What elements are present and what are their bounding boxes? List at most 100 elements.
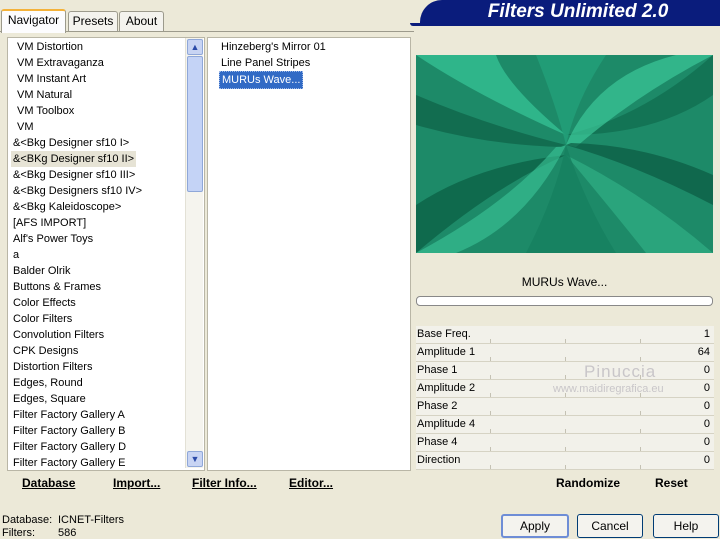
parameter-value: 0 xyxy=(703,418,710,430)
import-link[interactable]: Import... xyxy=(113,476,160,490)
slider-tick xyxy=(565,429,566,433)
category-item[interactable]: &<Bkg Designer sf10 III> xyxy=(11,167,137,183)
category-item[interactable]: VM Extravaganza xyxy=(15,55,106,71)
parameter-name: Phase 4 xyxy=(417,436,458,448)
slider-tick xyxy=(565,447,566,451)
category-item[interactable]: Filter Factory Gallery A xyxy=(11,407,127,423)
category-scrollbar[interactable]: ▲ ▼ xyxy=(185,38,203,468)
filter-info-link[interactable]: Filter Info... xyxy=(192,476,257,490)
slider-track xyxy=(416,469,714,470)
tab-navigator[interactable]: Navigator xyxy=(1,9,66,33)
category-item[interactable]: &<Bkg Designer sf10 I> xyxy=(11,135,131,151)
parameter-slider[interactable]: Phase 4 0 xyxy=(416,434,714,452)
filter-item[interactable]: Hinzeberg's Mirror 01 xyxy=(219,39,328,55)
slider-tick xyxy=(640,465,641,469)
preview-filter-name: MURUs Wave... xyxy=(521,275,608,289)
category-item[interactable]: &<Bkg Designers sf10 IV> xyxy=(11,183,144,199)
parameter-value: 64 xyxy=(697,346,710,358)
scroll-down-icon[interactable]: ▼ xyxy=(187,451,203,467)
category-item[interactable]: a xyxy=(11,247,21,263)
category-item[interactable]: Color Effects xyxy=(11,295,78,311)
category-list[interactable]: VM Distortion VM Extravaganza VM Instant A… xyxy=(7,37,205,471)
category-item[interactable]: VM Natural xyxy=(15,87,74,103)
category-item[interactable]: Distortion Filters xyxy=(11,359,94,375)
randomize-button[interactable]: Randomize xyxy=(556,476,620,490)
watermark-name: Pinuccia xyxy=(584,362,657,381)
parameter-name: Amplitude 1 xyxy=(417,346,476,358)
category-item[interactable]: &<Bkg Kaleidoscope> xyxy=(11,199,123,215)
filter-item[interactable]: MURUs Wave... xyxy=(219,71,304,89)
parameter-name: Phase 1 xyxy=(417,364,458,376)
slider-tick xyxy=(490,447,491,451)
filters-count-value: 586 xyxy=(58,527,77,539)
slider-tick xyxy=(565,465,566,469)
slider-tick xyxy=(490,393,491,397)
parameter-name: Amplitude 2 xyxy=(417,382,476,394)
banner-title: Filters Unlimited 2.0 xyxy=(487,1,669,22)
database-link[interactable]: Database xyxy=(22,476,75,490)
slider-tick xyxy=(490,411,491,415)
category-item[interactable]: Filter Factory Gallery E xyxy=(11,455,127,471)
category-item[interactable]: &<BKg Designer sf10 II> xyxy=(11,151,137,167)
category-item[interactable]: CPK Designs xyxy=(11,343,80,359)
preview-image xyxy=(416,55,713,253)
filter-item[interactable]: Line Panel Stripes xyxy=(219,55,312,71)
parameter-name: Direction xyxy=(417,454,461,466)
database-label: Database: xyxy=(2,514,53,526)
scroll-thumb[interactable] xyxy=(187,56,203,192)
database-value: ICNET-Filters xyxy=(58,514,124,526)
apply-button[interactable]: Apply xyxy=(501,514,569,538)
slider-tick xyxy=(490,339,491,343)
scroll-up-icon[interactable]: ▲ xyxy=(187,39,203,55)
filter-list[interactable]: Hinzeberg's Mirror 01 Line Panel Stripes M… xyxy=(207,37,411,471)
parameter-value: 0 xyxy=(703,382,710,394)
category-item[interactable]: Filter Factory Gallery D xyxy=(11,439,128,455)
category-item[interactable]: VM Toolbox xyxy=(15,103,76,119)
category-item[interactable]: Edges, Round xyxy=(11,375,85,391)
help-button[interactable]: Help xyxy=(653,514,719,538)
parameter-name: Phase 2 xyxy=(417,400,458,412)
category-item[interactable]: Buttons & Frames xyxy=(11,279,103,295)
slider-tick xyxy=(640,357,641,361)
slider-tick xyxy=(565,357,566,361)
slider-tick xyxy=(490,429,491,433)
parameter-slider[interactable]: Base Freq. 1 xyxy=(416,326,714,344)
category-item[interactable]: VM Distortion xyxy=(15,39,85,55)
cancel-button[interactable]: Cancel xyxy=(577,514,643,538)
parameter-slider[interactable]: Phase 2 0 xyxy=(416,398,714,416)
category-item[interactable]: [AFS IMPORT] xyxy=(11,215,88,231)
tab-presets[interactable]: Presets xyxy=(68,11,118,31)
category-item[interactable]: Edges, Square xyxy=(11,391,88,407)
parameter-slider[interactable]: Amplitude 4 0 xyxy=(416,416,714,434)
slider-tick xyxy=(640,411,641,415)
slider-tick xyxy=(490,465,491,469)
slider-tick xyxy=(565,339,566,343)
watermark-url: www.maidiregrafica.eu xyxy=(553,383,664,395)
category-item[interactable]: VM Instant Art xyxy=(15,71,88,87)
parameter-slider[interactable]: Amplitude 1 64 xyxy=(416,344,714,362)
parameter-value: 0 xyxy=(703,364,710,376)
parameter-slider[interactable]: Direction 0 xyxy=(416,452,714,470)
slider-tick xyxy=(490,375,491,379)
slider-tick xyxy=(640,339,641,343)
category-item[interactable]: Color Filters xyxy=(11,311,74,327)
category-item[interactable]: Alf's Power Toys xyxy=(11,231,95,247)
slider-tick xyxy=(490,357,491,361)
filters-count-label: Filters: xyxy=(2,527,35,539)
parameter-value: 1 xyxy=(703,328,710,340)
category-item[interactable]: VM xyxy=(15,119,36,135)
tab-about[interactable]: About xyxy=(119,11,164,31)
banner-underline xyxy=(410,23,720,26)
preview-pattern xyxy=(416,55,713,253)
parameter-slider[interactable]: Phase 1 0 xyxy=(416,362,714,380)
category-item[interactable]: Filter Factory Gallery B xyxy=(11,423,127,439)
slider-tick xyxy=(640,447,641,451)
slider-tick xyxy=(565,411,566,415)
slider-tick xyxy=(565,375,566,379)
category-item[interactable]: Balder Olrik xyxy=(11,263,72,279)
category-item[interactable]: Convolution Filters xyxy=(11,327,106,343)
editor-link[interactable]: Editor... xyxy=(289,476,333,490)
parameter-value: 0 xyxy=(703,436,710,448)
reset-button[interactable]: Reset xyxy=(655,476,688,490)
parameter-value: 0 xyxy=(703,454,710,466)
